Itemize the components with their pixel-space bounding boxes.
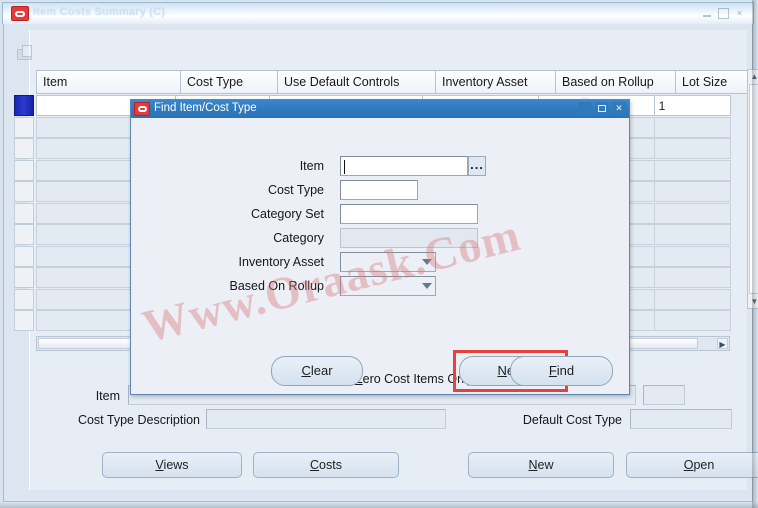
dialog-close-icon: ✕	[615, 103, 623, 113]
row-selector[interactable]	[14, 181, 34, 202]
dialog-field-label: Category Set	[251, 207, 324, 221]
chevron-down-icon	[422, 283, 432, 289]
dialog-field-label: Based On Rollup	[229, 279, 324, 293]
table-cell[interactable]	[653, 116, 731, 138]
default-cost-type-field[interactable]	[630, 409, 732, 429]
grid-header-row: Item Cost Type Use Default Controls Invento…	[36, 70, 755, 94]
grid-column-header[interactable]: Item	[36, 70, 180, 94]
grid-column-header[interactable]: Based on Rollup	[555, 70, 675, 94]
table-cell[interactable]	[653, 224, 731, 245]
row-selector[interactable]	[14, 310, 34, 331]
window-title: Item Costs Summary (C)	[33, 6, 166, 18]
table-cell[interactable]	[653, 159, 731, 181]
dialog-minimize-button[interactable]	[578, 97, 592, 115]
window-controls: ×	[702, 8, 745, 19]
window-maximize-button[interactable]	[718, 8, 729, 19]
table-cell[interactable]	[653, 181, 731, 202]
table-cell[interactable]	[653, 288, 731, 310]
cost-type-description-label: Cost Type Description	[77, 413, 200, 427]
window-shadow-bottom	[0, 502, 758, 508]
row-selector[interactable]	[14, 245, 34, 267]
footer-costs-button[interactable]: Costs	[253, 452, 399, 478]
dialog-clear-button[interactable]: Clear	[271, 356, 363, 386]
dialog-field-label: Item	[299, 159, 324, 173]
table-cell[interactable]	[653, 267, 731, 288]
window-titlebar: Item Costs Summary (C) ×	[2, 2, 754, 24]
row-selector[interactable]	[14, 138, 34, 159]
dialog-cost-type-input[interactable]	[340, 180, 418, 200]
footer-new-button[interactable]: New	[468, 452, 614, 478]
grid-column-header[interactable]: Cost Type	[180, 70, 277, 94]
row-selector[interactable]	[14, 116, 34, 138]
dialog-field-label: Inventory Asset	[238, 255, 324, 269]
footer-button-row: Views Costs New Open	[36, 452, 758, 480]
dialog-maximize-button[interactable]	[595, 102, 609, 115]
dialog-title: Find Item/Cost Type	[154, 102, 257, 114]
chevron-down-icon	[422, 259, 432, 265]
dialog-window-controls: ✕	[578, 97, 626, 115]
grid-column-header[interactable]: Inventory Asset	[435, 70, 555, 94]
row-selector[interactable]	[14, 288, 34, 310]
table-cell[interactable]	[653, 245, 731, 267]
dialog-oracle-logo-icon	[134, 102, 150, 116]
footer-views-button[interactable]: Views	[102, 452, 242, 478]
window-shadow-right	[752, 0, 758, 508]
dialog-category-input	[340, 228, 478, 248]
application-window: Item Costs Summary (C) × Item Cost Type Us…	[0, 0, 758, 508]
table-cell[interactable]	[653, 310, 731, 331]
dialog-based-on-rollup-combo[interactable]	[340, 276, 436, 296]
table-cell[interactable]	[653, 138, 731, 159]
table-cell[interactable]: 1	[653, 95, 731, 116]
text-cursor	[344, 160, 345, 174]
oracle-logo-icon	[11, 6, 29, 21]
table-cell[interactable]	[653, 202, 731, 224]
footer-open-button[interactable]: Open	[626, 452, 758, 478]
grid-column-header[interactable]: Lot Size	[675, 70, 755, 94]
folder-open-icon[interactable]	[15, 44, 37, 64]
grid-column-header[interactable]: Use Default Controls	[277, 70, 435, 94]
dialog-close-button[interactable]: ✕	[612, 102, 626, 115]
default-cost-type-label: Default Cost Type	[522, 413, 622, 427]
row-selector[interactable]	[14, 159, 34, 181]
cost-type-description-field[interactable]	[206, 409, 446, 429]
row-selector[interactable]	[14, 95, 34, 116]
item-lov-button[interactable]: ...	[468, 156, 486, 176]
row-selector[interactable]	[14, 267, 34, 288]
dialog-item-input[interactable]	[340, 156, 468, 176]
find-item-cost-type-dialog: Find Item/Cost Type ✕ Item... Cost Type Ca…	[130, 97, 630, 395]
dialog-field-label: Category	[273, 231, 324, 245]
dialog-category-set-input[interactable]	[340, 204, 478, 224]
row-selector[interactable]	[14, 202, 34, 224]
dialog-titlebar: Find Item/Cost Type ✕	[131, 97, 629, 118]
window-close-button[interactable]: ×	[734, 8, 745, 19]
dialog-field-label: Cost Type	[267, 183, 324, 197]
window-minimize-button[interactable]	[702, 8, 713, 19]
detail-item-extra-field[interactable]	[643, 385, 685, 405]
detail-item-label: Item	[95, 389, 120, 403]
dialog-inventory-asset-combo[interactable]	[340, 252, 436, 272]
row-selector[interactable]	[14, 224, 34, 245]
scroll-right-icon[interactable]: ▶	[717, 338, 728, 349]
dialog-find-button[interactable]: Find	[510, 356, 613, 386]
